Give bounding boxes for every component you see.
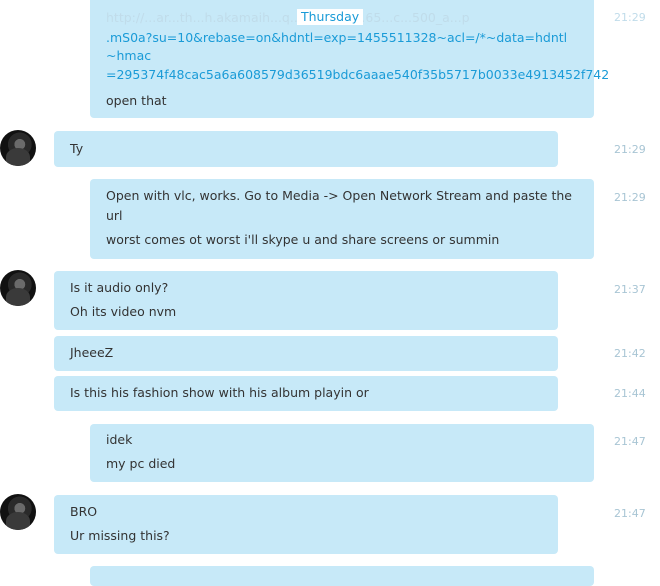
- message-link-text[interactable]: http://...ar...th...h.akamaih...q...4...…: [106, 10, 470, 26]
- avatar[interactable]: [0, 494, 36, 530]
- message-timestamp: 21:42: [614, 347, 646, 360]
- message-bubble-incoming: Is it audio only? Oh its video nvm: [54, 271, 558, 330]
- message-timestamp: 21:47: [614, 435, 646, 448]
- message-text: Ty: [70, 141, 84, 156]
- message-timestamp: 21:37: [614, 283, 646, 296]
- avatar[interactable]: [0, 270, 36, 306]
- message-bubble-outgoing: idek my pc died: [90, 424, 594, 482]
- message-text: BRO: [70, 504, 98, 519]
- message-text: Oh its video nvm: [70, 304, 177, 319]
- day-separator: Thursday: [297, 9, 364, 25]
- message-bubble-incoming: Is this his fashion show with his album …: [54, 376, 558, 411]
- message-link-text[interactable]: .mS0a?su=10&rebase=on&hdntl=exp=14555113…: [106, 30, 567, 46]
- message-text: url: [106, 208, 123, 223]
- avatar[interactable]: [0, 130, 36, 166]
- message-text: Is this his fashion show with his album …: [70, 385, 369, 400]
- message-bubble-outgoing: [90, 566, 594, 586]
- message-bubble-incoming: JheeeZ: [54, 336, 558, 371]
- message-text: JheeeZ: [70, 345, 114, 360]
- message-timestamp: 21:29: [614, 191, 646, 204]
- message-timestamp: 21:47: [614, 507, 646, 520]
- message-timestamp: 21:29: [614, 11, 646, 24]
- message-text: Open with vlc, works. Go to Media -> Ope…: [106, 188, 572, 203]
- message-text: idek: [106, 432, 133, 447]
- message-timestamp: 21:44: [614, 387, 646, 400]
- message-bubble-outgoing: Open with vlc, works. Go to Media -> Ope…: [90, 179, 594, 259]
- message-text: worst comes ot worst i'll skype u and sh…: [106, 232, 500, 247]
- message-timestamp: 21:29: [614, 143, 646, 156]
- message-text: Ur missing this?: [70, 528, 170, 543]
- message-link-text[interactable]: ~hmac: [106, 48, 151, 64]
- message-bubble-incoming: BRO Ur missing this?: [54, 495, 558, 554]
- message-text: open that: [106, 93, 167, 108]
- message-link-text[interactable]: =295374f48cac5a6a608579d36519bdc6aaae540…: [106, 67, 609, 83]
- message-bubble-incoming: Ty: [54, 131, 558, 167]
- message-text: Is it audio only?: [70, 280, 169, 295]
- message-text: my pc died: [106, 456, 176, 471]
